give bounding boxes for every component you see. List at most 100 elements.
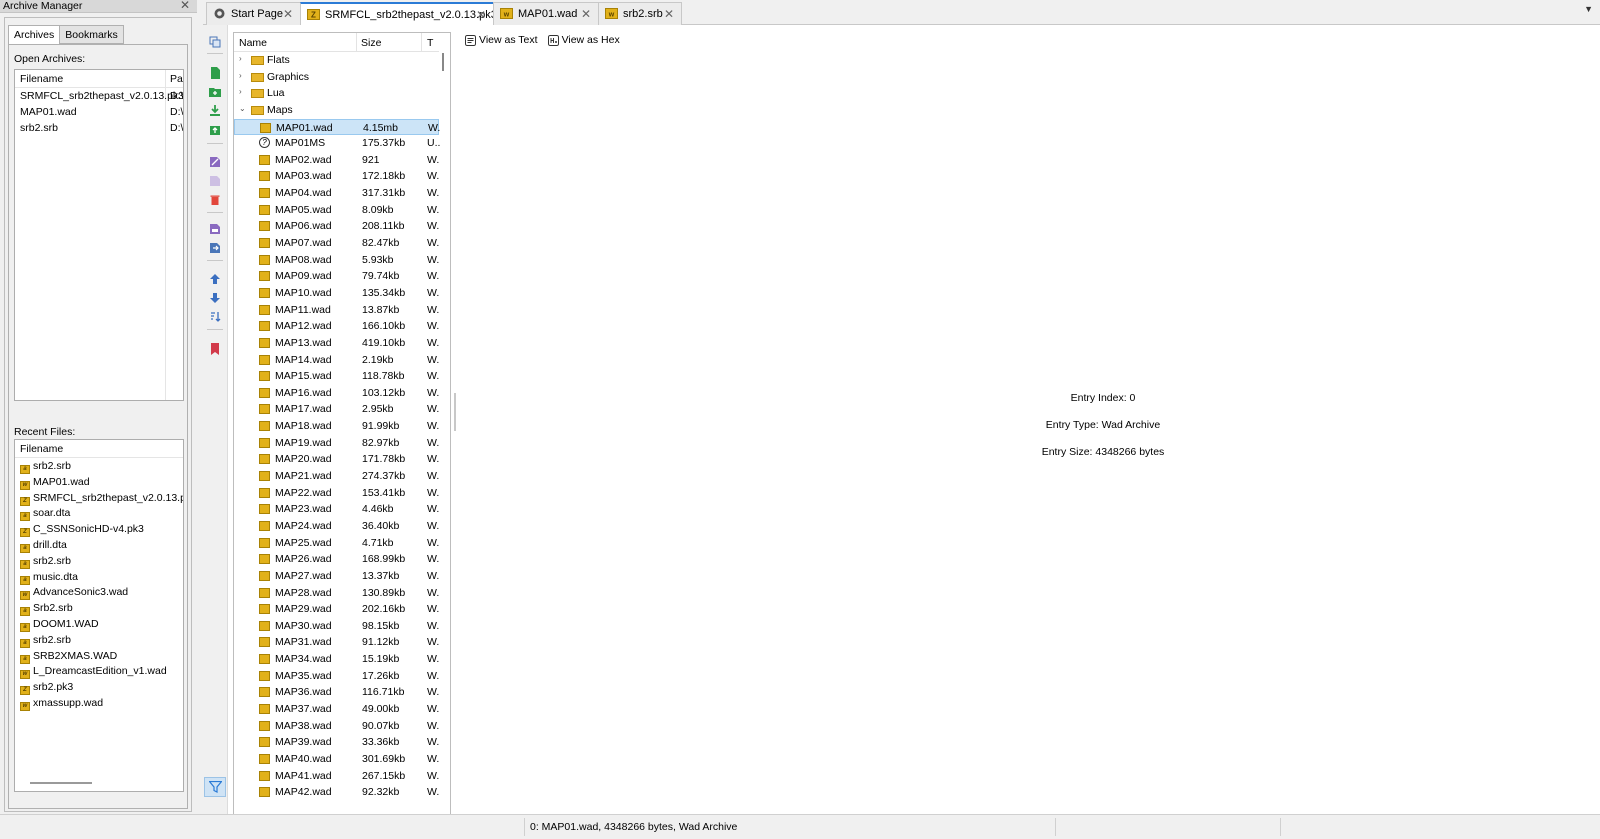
recent-file-row[interactable]: Z SRMFCL_srb2thepast_v2.0.13.pk3 [15, 490, 183, 506]
chevron-right-icon[interactable]: › [239, 71, 242, 80]
open-archive-row[interactable]: SRMFCL_srb2thepast_v2.0.13.pk3 D:\ [15, 88, 183, 104]
entry-row[interactable]: MAP04.wad 317.31kb W. [234, 185, 439, 202]
entry-row[interactable]: MAP36.wad 116.71kb W. [234, 684, 439, 701]
copy-icon[interactable] [209, 36, 221, 48]
sort-icon[interactable] [209, 311, 221, 323]
entry-row[interactable]: MAP15.wad 118.78kb W. [234, 368, 439, 385]
entry-row[interactable]: MAP26.wad 168.99kb W. [234, 551, 439, 568]
col-path[interactable]: Pa [170, 73, 183, 85]
entry-row[interactable]: MAP21.wad 274.37kb W. [234, 468, 439, 485]
entry-row[interactable]: MAP30.wad 98.15kb W. [234, 618, 439, 635]
tab-archives[interactable]: Archives [8, 25, 61, 45]
col-type[interactable]: T [427, 37, 433, 49]
tab-srb2-srb[interactable]: w srb2.srb ✕ [598, 2, 682, 25]
horizontal-scrollbar[interactable] [30, 782, 92, 784]
recent-file-row[interactable]: w xmassupp.wad [15, 695, 183, 711]
recent-file-row[interactable]: a drill.dta [15, 537, 183, 553]
save-entry-icon[interactable] [209, 223, 221, 235]
recent-file-row[interactable]: a DOOM1.WAD [15, 616, 183, 632]
entry-row[interactable]: MAP34.wad 15.19kb W. [234, 651, 439, 668]
close-tab-icon[interactable]: ✕ [283, 3, 293, 25]
tab-bookmarks[interactable]: Bookmarks [59, 25, 124, 44]
entry-row[interactable]: MAP01.wad 4.15mb W. [234, 118, 440, 136]
move-up-icon[interactable] [209, 273, 221, 285]
entry-row[interactable]: ? MAP01MS 175.37kb U.. [234, 135, 440, 152]
recent-file-row[interactable]: w AdvanceSonic3.wad [15, 584, 183, 601]
entry-row[interactable]: MAP39.wad 33.36kb W. [234, 734, 439, 751]
chevron-right-icon[interactable]: › [239, 87, 242, 96]
entry-row[interactable]: MAP35.wad 17.26kb W. [234, 668, 439, 685]
export-icon[interactable] [209, 124, 221, 136]
entry-row[interactable]: MAP24.wad 36.40kb W. [234, 518, 439, 535]
recent-file-row[interactable]: Zsrb2.pk3 [15, 679, 183, 696]
filter-button[interactable] [204, 777, 226, 797]
recent-file-row[interactable]: w L_DreamcastEdition_v1.wad [15, 663, 183, 680]
tab-list-chevron-icon[interactable]: ▼ [1584, 4, 1593, 14]
open-archive-row[interactable]: MAP01.wad D:\ [15, 104, 183, 120]
recent-file-row[interactable]: a srb2.srb [15, 458, 183, 474]
entry-row[interactable]: MAP11.wad 13.87kb W. [234, 302, 439, 319]
tab-start-page[interactable]: Start Page ✕ [206, 2, 301, 25]
folder-row[interactable]: ⌄ Maps [234, 102, 439, 119]
recent-file-row[interactable]: Z C_SSNSonicHD-v4.pk3 [15, 521, 183, 538]
entry-row[interactable]: MAP08.wad 5.93kb W. [234, 252, 439, 269]
entry-row[interactable]: MAP02.wad 921 W. [234, 152, 439, 169]
entry-row[interactable]: MAP07.wad 82.47kb W. [234, 235, 439, 252]
entry-row[interactable]: MAP28.wad 130.89kb W. [234, 585, 439, 602]
folder-row[interactable]: › Graphics [234, 69, 439, 86]
folder-row[interactable]: › Lua [234, 85, 439, 102]
recent-file-row[interactable]: a srb2.srb [15, 632, 183, 648]
open-archives-list[interactable]: Filename Pa SRMFCL_srb2thepast_v2.0.13.p… [14, 69, 184, 401]
entry-row[interactable]: MAP42.wad 92.32kb W. [234, 784, 439, 801]
entry-row[interactable]: MAP10.wad 135.34kb W. [234, 285, 439, 302]
view-as-text-button[interactable]: View as Text [465, 34, 538, 48]
new-entry-icon[interactable] [209, 67, 221, 79]
close-tab-icon[interactable]: ✕ [581, 3, 591, 25]
rename-all-icon[interactable] [209, 175, 221, 187]
vertical-scrollbar[interactable] [442, 53, 444, 71]
recent-files-list[interactable]: Filename a srb2.srb w MAP01.wad Z SRMFCL_srb2… [14, 439, 184, 792]
entry-row[interactable]: MAP20.wad 171.78kb W. [234, 451, 439, 468]
replace-entry-icon[interactable] [209, 242, 221, 254]
recent-file-row[interactable]: w MAP01.wad [15, 474, 183, 490]
entry-row[interactable]: MAP18.wad 91.99kb W. [234, 418, 439, 435]
recent-file-row[interactable]: a SRB2XMAS.WAD [15, 648, 183, 664]
entry-row[interactable]: MAP22.wad 153.41kb W. [234, 485, 439, 502]
col-name[interactable]: Name [239, 37, 267, 49]
close-panel-icon[interactable]: ✕ [180, 0, 190, 12]
entry-row[interactable]: MAP13.wad 419.10kb W. [234, 335, 439, 352]
tab-map01-wad[interactable]: w MAP01.wad ✕ [493, 2, 599, 25]
folder-row[interactable]: › Flats [234, 52, 439, 69]
entry-row[interactable]: MAP38.wad 90.07kb W. [234, 718, 439, 735]
tab-srmfcl-pk3[interactable]: Z SRMFCL_srb2thepast_v2.0.13.pk3 ✕ [300, 2, 497, 26]
entry-row[interactable]: MAP29.wad 202.16kb W. [234, 601, 439, 618]
entry-row[interactable]: MAP25.wad 4.71kb W. [234, 535, 439, 552]
entry-row[interactable]: MAP41.wad 267.15kb W. [234, 768, 439, 785]
recent-file-row[interactable]: a srb2.srb [15, 553, 183, 569]
entry-tree[interactable]: Name Size T › Flats › Graphics › Lua ⌄ Maps MAP0… [233, 32, 451, 820]
col-filename[interactable]: Filename [20, 73, 63, 85]
entry-row[interactable]: MAP06.wad 208.11kb W. [234, 218, 439, 235]
entry-row[interactable]: MAP05.wad 8.09kb W. [234, 202, 439, 219]
entry-row[interactable]: MAP23.wad 4.46kb W. [234, 501, 439, 518]
view-as-hex-button[interactable]: View as Hex [547, 34, 620, 48]
recent-file-row[interactable]: a music.dta [15, 569, 183, 585]
col-size[interactable]: Size [361, 37, 381, 49]
panel-splitter[interactable] [454, 393, 456, 431]
chevron-down-icon[interactable]: ⌄ [239, 104, 246, 113]
bookmark-icon[interactable] [209, 343, 221, 355]
entry-row[interactable]: MAP17.wad 2.95kb W. [234, 401, 439, 418]
delete-icon[interactable] [209, 194, 221, 206]
entry-row[interactable]: MAP40.wad 301.69kb W. [234, 751, 439, 768]
entry-row[interactable]: MAP09.wad 79.74kb W. [234, 268, 439, 285]
new-folder-icon[interactable] [209, 86, 221, 98]
entry-row[interactable]: MAP27.wad 13.37kb W. [234, 568, 439, 585]
chevron-right-icon[interactable]: › [239, 54, 242, 63]
move-down-icon[interactable] [209, 292, 221, 304]
close-tab-icon[interactable]: ✕ [664, 3, 674, 25]
open-archive-row[interactable]: srb2.srb D:\ [15, 120, 183, 136]
rename-icon[interactable] [209, 156, 221, 168]
entry-row[interactable]: MAP14.wad 2.19kb W. [234, 352, 439, 369]
entry-row[interactable]: MAP37.wad 49.00kb W. [234, 701, 439, 718]
close-tab-icon[interactable]: ✕ [476, 4, 486, 26]
